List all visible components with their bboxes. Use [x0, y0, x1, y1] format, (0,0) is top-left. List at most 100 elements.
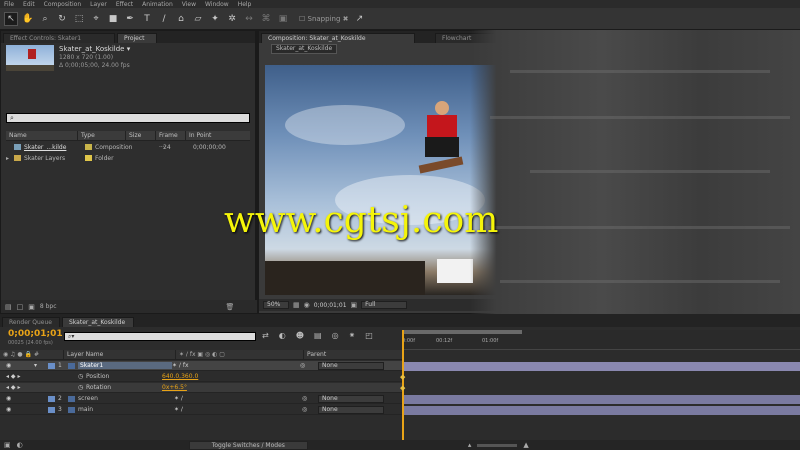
visibility-eye-icon[interactable]: ◉ [0, 406, 48, 413]
snap-option-icon[interactable]: ↗ [353, 12, 367, 26]
menu-file[interactable]: File [4, 1, 14, 8]
menu-effect[interactable]: Effect [116, 1, 133, 8]
composition-viewer[interactable] [265, 65, 501, 295]
graph-editor-icon[interactable]: ◰ [365, 331, 373, 340]
layer-duration-bar[interactable] [404, 395, 800, 404]
parent-pick-whip-icon[interactable]: ◎ [302, 395, 316, 402]
column-in-point[interactable]: In Point [186, 131, 250, 141]
frame-blending-icon[interactable]: ▤ [314, 331, 322, 340]
zoom-in-icon[interactable]: ▲ [523, 441, 528, 449]
parent-dropdown[interactable]: None [318, 362, 384, 370]
hand-tool-icon[interactable]: ✋ [21, 12, 35, 26]
pen-tool-icon[interactable]: ✒ [123, 12, 137, 26]
menu-help[interactable]: Help [238, 1, 252, 8]
time-ruler[interactable]: 0:00f 00:12f 01:00f [402, 330, 800, 350]
tab-project[interactable]: Project [117, 33, 157, 43]
keyframe-icon[interactable]: ◆ [400, 384, 405, 392]
axis-world-icon[interactable]: ▣ [276, 12, 290, 26]
brainstorm-icon[interactable]: ⁕ [349, 331, 356, 340]
motion-blur-icon[interactable]: ◎ [332, 331, 339, 340]
expand-arrow-icon[interactable]: ▸ [6, 155, 14, 162]
rotate-tool-icon[interactable]: ↻ [55, 12, 69, 26]
current-time-display[interactable]: 0;00;01;01 [314, 302, 347, 309]
snapping-label: Snapping [307, 14, 341, 23]
project-item[interactable]: Skater_...kilde Composition 24 0;00;00;0… [6, 142, 250, 152]
layer-duration-bar[interactable] [404, 362, 800, 371]
snapping-checkbox[interactable]: ☐ Snapping ✖ [299, 15, 349, 23]
comp-name[interactable]: Skater_at_Koskilde ▾ [59, 45, 130, 53]
layer-switches-toggle-icon[interactable]: ▣ [4, 441, 11, 449]
camera-tool-icon[interactable]: ⬚ [72, 12, 86, 26]
menu-view[interactable]: View [182, 1, 196, 8]
expand-arrow-icon[interactable]: ▾ [18, 362, 48, 369]
current-time-indicator[interactable]: 0;00;01;01 [8, 329, 63, 339]
zoom-slider[interactable] [477, 443, 518, 447]
project-item[interactable]: ▸ Skater Layers Folder [6, 153, 250, 163]
property-row[interactable]: ◂ ◆ ▸ ◷ Position 640.0,360.0 [0, 372, 402, 382]
tab-timeline-comp[interactable]: Skater_at_Koskilde [62, 317, 134, 327]
eraser-tool-icon[interactable]: ▱ [191, 12, 205, 26]
selection-tool-icon[interactable]: ↖ [4, 11, 18, 26]
menu-composition[interactable]: Composition [44, 1, 81, 8]
pan-behind-tool-icon[interactable]: ⌖ [89, 12, 103, 26]
brush-tool-icon[interactable]: ∕ [157, 12, 171, 26]
column-parent[interactable]: Parent [304, 350, 402, 360]
toggle-switches-modes-button[interactable]: Toggle Switches / Modes [188, 440, 308, 450]
property-value[interactable]: 640.0,360.0 [162, 373, 198, 380]
column-size[interactable]: Size [126, 130, 156, 141]
modes-toggle-icon[interactable]: ◐ [17, 441, 23, 449]
resolution-dropdown[interactable]: Full [361, 301, 408, 309]
interpret-footage-icon[interactable]: ▤ [5, 303, 12, 311]
stopwatch-icon[interactable]: ◷ [48, 373, 83, 380]
zoom-dropdown[interactable]: 50% [263, 301, 289, 309]
zoom-tool-icon[interactable]: ⌕ [38, 12, 52, 26]
column-name[interactable]: Name [6, 130, 78, 141]
trash-icon[interactable]: 🗑 [226, 303, 235, 311]
new-comp-icon[interactable]: ▣ [28, 303, 35, 311]
parent-pick-whip-icon[interactable]: ◎ [302, 406, 316, 413]
property-row[interactable]: ◂ ◆ ▸ ◷ Rotation 0x+6.5° [0, 383, 402, 393]
keyframe-icon[interactable]: ◆ [400, 373, 405, 381]
new-folder-icon[interactable]: □ [17, 303, 24, 311]
menu-edit[interactable]: Edit [23, 1, 35, 8]
column-layer-name[interactable]: Layer Name [64, 349, 176, 360]
visibility-eye-icon[interactable]: ◉ [0, 395, 48, 402]
keyframe-nav-icon[interactable]: ◂ ◆ ▸ [0, 384, 48, 391]
shy-layers-icon[interactable]: ☻ [296, 331, 304, 340]
rectangle-tool-icon[interactable]: ■ [106, 12, 120, 26]
tab-composition[interactable]: Composition: Skater_at_Koskilde [261, 33, 415, 43]
tab-effect-controls[interactable]: Effect Controls: Skater1 [3, 33, 115, 43]
axis-view-icon[interactable]: ⌘ [259, 12, 273, 26]
camera-snapshot-icon[interactable]: ◉ [304, 301, 310, 309]
parent-dropdown[interactable]: None [318, 406, 384, 414]
snapshot-icon[interactable]: ▣ [351, 301, 358, 309]
bit-depth-button[interactable]: 8 bpc [40, 303, 57, 310]
draft-3d-icon[interactable]: ◐ [279, 331, 286, 340]
column-type[interactable]: Type [78, 130, 126, 141]
timeline-search-input[interactable]: ⌕▾ [64, 332, 256, 341]
property-value[interactable]: 0x+6.5° [162, 384, 187, 391]
layer-duration-bar[interactable] [404, 406, 800, 415]
grid-icon[interactable]: ▦ [293, 301, 300, 309]
menu-layer[interactable]: Layer [90, 1, 107, 8]
column-frame-rate[interactable]: Frame ... [156, 130, 186, 149]
comp-mini-flowchart-icon[interactable]: ⇄ [262, 331, 269, 340]
parent-dropdown[interactable]: None [318, 395, 384, 403]
visibility-eye-icon[interactable]: ◉ [0, 362, 18, 369]
tab-render-queue[interactable]: Render Queue [2, 317, 60, 327]
menu-window[interactable]: Window [205, 1, 229, 8]
axis-icon[interactable]: ↔ [242, 12, 256, 26]
parent-pick-whip-icon[interactable]: ◎ [300, 362, 314, 369]
clone-stamp-tool-icon[interactable]: ⌂ [174, 12, 188, 26]
zoom-out-icon[interactable]: ▴ [468, 441, 472, 449]
puppet-tool-icon[interactable]: ✲ [225, 12, 239, 26]
menu-animation[interactable]: Animation [142, 1, 173, 8]
stopwatch-icon[interactable]: ◷ [48, 384, 83, 391]
comp-duration: Δ 0;00;05;00, 24.00 fps [59, 62, 130, 69]
project-search-input[interactable]: ⌕ [6, 113, 250, 123]
type-tool-icon[interactable]: T [140, 12, 154, 26]
roto-brush-tool-icon[interactable]: ✦ [208, 12, 222, 26]
composition-subtab[interactable]: Skater_at_Koskilde [271, 44, 338, 54]
keyframe-nav-icon[interactable]: ◂ ◆ ▸ [0, 373, 48, 380]
work-area-bar[interactable] [402, 330, 522, 334]
